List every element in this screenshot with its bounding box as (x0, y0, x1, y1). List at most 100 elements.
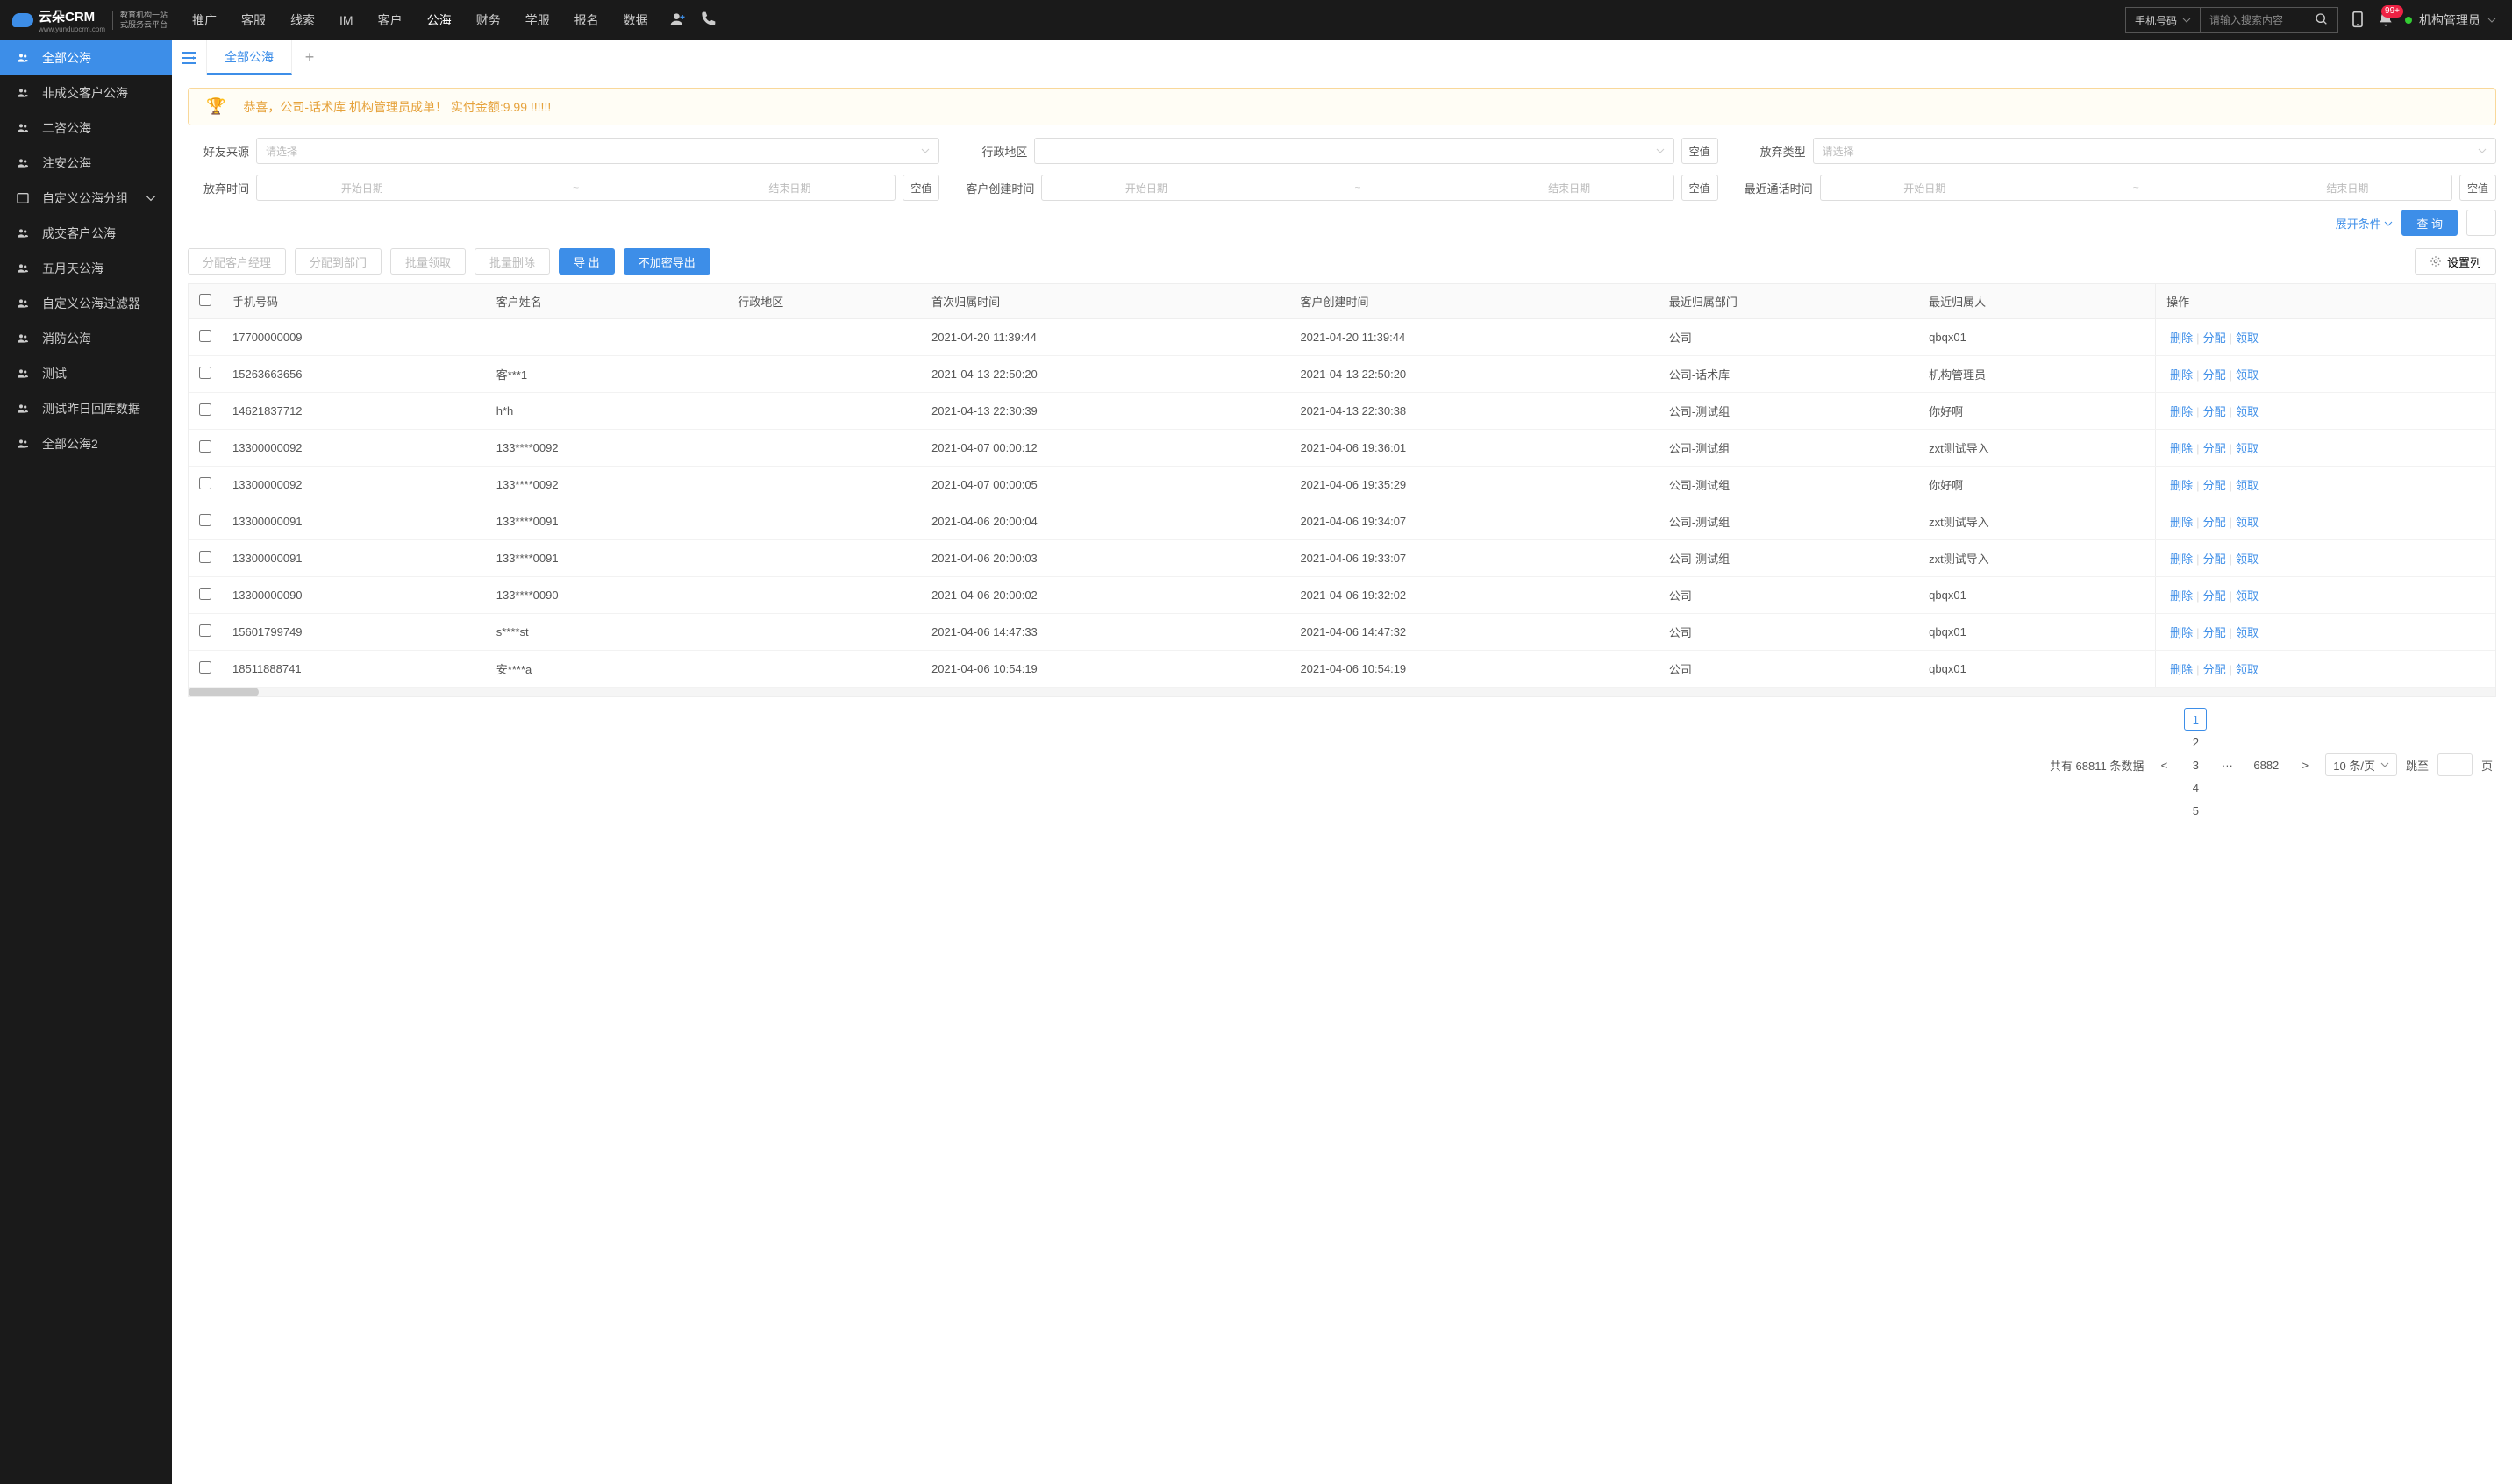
table-row[interactable]: 15263663656客***12021-04-13 22:50:202021-… (189, 356, 2495, 393)
row-delete[interactable]: 删除 (2166, 405, 2196, 418)
last-page[interactable]: 6882 (2247, 753, 2285, 776)
topnav-数据[interactable]: 数据 (611, 0, 660, 40)
row-delete[interactable]: 删除 (2166, 332, 2196, 345)
topnav-线索[interactable]: 线索 (278, 0, 327, 40)
sidebar-item-测试[interactable]: 测试 (0, 356, 172, 391)
mobile-icon[interactable] (2349, 11, 2366, 31)
givetype-select[interactable]: 请选择 (1813, 138, 2496, 164)
row-delete[interactable]: 删除 (2166, 663, 2196, 676)
row-assign[interactable]: 分配 (2200, 663, 2230, 676)
bell-icon[interactable]: 99+ (2377, 11, 2394, 31)
page-3[interactable]: 3 (2184, 753, 2207, 776)
createtime-empty-btn[interactable]: 空值 (1681, 175, 1718, 201)
logo[interactable]: 云朵CRM www.yunduocrm.com 教育机构一站式服务云平台 (0, 0, 180, 40)
row-checkbox[interactable] (199, 440, 211, 453)
row-delete[interactable]: 删除 (2166, 442, 2196, 455)
createtime-range[interactable]: 开始日期~结束日期 (1041, 175, 1673, 201)
topnav-报名[interactable]: 报名 (562, 0, 611, 40)
add-user-icon[interactable] (669, 11, 687, 31)
table-row[interactable]: 18511888741安****a2021-04-06 10:54:192021… (189, 651, 2495, 688)
row-checkbox[interactable] (199, 588, 211, 600)
assign-manager-button[interactable]: 分配客户经理 (188, 248, 286, 275)
row-take[interactable]: 领取 (2232, 589, 2262, 603)
row-take[interactable]: 领取 (2232, 442, 2262, 455)
row-take[interactable]: 领取 (2232, 516, 2262, 529)
row-checkbox[interactable] (199, 477, 211, 489)
calltime-range[interactable]: 开始日期~结束日期 (1820, 175, 2452, 201)
table-row[interactable]: 13300000090133****00902021-04-06 20:00:0… (189, 577, 2495, 614)
sidebar-item-二咨公海[interactable]: 二咨公海 (0, 111, 172, 146)
export-button[interactable]: 导 出 (559, 248, 615, 275)
page-ellipsis[interactable]: ··· (2216, 753, 2238, 776)
sidebar-item-非成交客户公海[interactable]: 非成交客户公海 (0, 75, 172, 111)
sidebar-item-成交客户公海[interactable]: 成交客户公海 (0, 216, 172, 251)
topnav-财务[interactable]: 财务 (464, 0, 513, 40)
row-take[interactable]: 领取 (2232, 405, 2262, 418)
row-take[interactable]: 领取 (2232, 332, 2262, 345)
tab-list-toggle[interactable] (172, 40, 207, 75)
export-plain-button[interactable]: 不加密导出 (624, 248, 710, 275)
search-button[interactable] (2306, 12, 2337, 29)
table-row[interactable]: 177000000092021-04-20 11:39:442021-04-20… (189, 319, 2495, 356)
row-take[interactable]: 领取 (2232, 479, 2262, 492)
sidebar-item-五月天公海[interactable]: 五月天公海 (0, 251, 172, 286)
user-menu[interactable]: 机构管理员 (2405, 11, 2496, 29)
row-delete[interactable]: 删除 (2166, 626, 2196, 639)
topnav-推广[interactable]: 推广 (180, 0, 229, 40)
jump-input[interactable] (2437, 753, 2473, 776)
calltime-empty-btn[interactable]: 空值 (2459, 175, 2496, 201)
row-delete[interactable]: 删除 (2166, 479, 2196, 492)
row-checkbox[interactable] (199, 661, 211, 674)
sidebar-item-测试昨日回库数据[interactable]: 测试昨日回库数据 (0, 391, 172, 426)
region-select[interactable] (1034, 138, 1673, 164)
sidebar-item-全部公海[interactable]: 全部公海 (0, 40, 172, 75)
sidebar-item-全部公海2[interactable]: 全部公海2 (0, 426, 172, 461)
row-assign[interactable]: 分配 (2200, 368, 2230, 382)
query-button[interactable]: 查 询 (2401, 210, 2458, 236)
row-take[interactable]: 领取 (2232, 368, 2262, 382)
row-assign[interactable]: 分配 (2200, 479, 2230, 492)
givetime-range[interactable]: 开始日期~结束日期 (256, 175, 896, 201)
sidebar-item-自定义公海分组[interactable]: 自定义公海分组 (0, 181, 172, 216)
table-row[interactable]: 15601799749s****st2021-04-06 14:47:33202… (189, 614, 2495, 651)
row-checkbox[interactable] (199, 367, 211, 379)
row-checkbox[interactable] (199, 330, 211, 342)
search-input[interactable] (2201, 14, 2306, 26)
row-assign[interactable]: 分配 (2200, 405, 2230, 418)
bulk-delete-button[interactable]: 批量删除 (475, 248, 550, 275)
select-all[interactable] (199, 294, 211, 306)
row-take[interactable]: 领取 (2232, 553, 2262, 566)
set-columns-button[interactable]: 设置列 (2415, 248, 2496, 275)
row-checkbox[interactable] (199, 551, 211, 563)
row-assign[interactable]: 分配 (2200, 332, 2230, 345)
row-assign[interactable]: 分配 (2200, 516, 2230, 529)
table-row[interactable]: 13300000092133****00922021-04-07 00:00:1… (189, 430, 2495, 467)
sidebar-item-注安公海[interactable]: 注安公海 (0, 146, 172, 181)
row-assign[interactable]: 分配 (2200, 589, 2230, 603)
givetime-empty-btn[interactable]: 空值 (903, 175, 939, 201)
topnav-IM[interactable]: IM (327, 0, 366, 40)
region-empty-btn[interactable]: 空值 (1681, 138, 1718, 164)
row-delete[interactable]: 删除 (2166, 589, 2196, 603)
page-5[interactable]: 5 (2184, 799, 2207, 822)
row-take[interactable]: 领取 (2232, 663, 2262, 676)
bulk-take-button[interactable]: 批量领取 (390, 248, 466, 275)
row-checkbox[interactable] (199, 403, 211, 416)
tab-add[interactable]: + (292, 48, 327, 67)
topnav-客户[interactable]: 客户 (366, 0, 415, 40)
next-page[interactable]: > (2294, 753, 2316, 776)
topnav-公海[interactable]: 公海 (415, 0, 464, 40)
page-size-select[interactable]: 10 条/页 (2325, 753, 2397, 776)
page-2[interactable]: 2 (2184, 731, 2207, 753)
row-checkbox[interactable] (199, 624, 211, 637)
assign-dept-button[interactable]: 分配到部门 (295, 248, 382, 275)
page-1[interactable]: 1 (2184, 708, 2207, 731)
expand-filters[interactable]: 展开条件 (2336, 215, 2394, 232)
row-take[interactable]: 领取 (2232, 626, 2262, 639)
table-row[interactable]: 13300000092133****00922021-04-07 00:00:0… (189, 467, 2495, 503)
sidebar-item-自定义公海过滤器[interactable]: 自定义公海过滤器 (0, 286, 172, 321)
page-4[interactable]: 4 (2184, 776, 2207, 799)
prev-page[interactable]: < (2152, 753, 2175, 776)
phone-icon[interactable] (699, 11, 717, 31)
source-select[interactable]: 请选择 (256, 138, 939, 164)
